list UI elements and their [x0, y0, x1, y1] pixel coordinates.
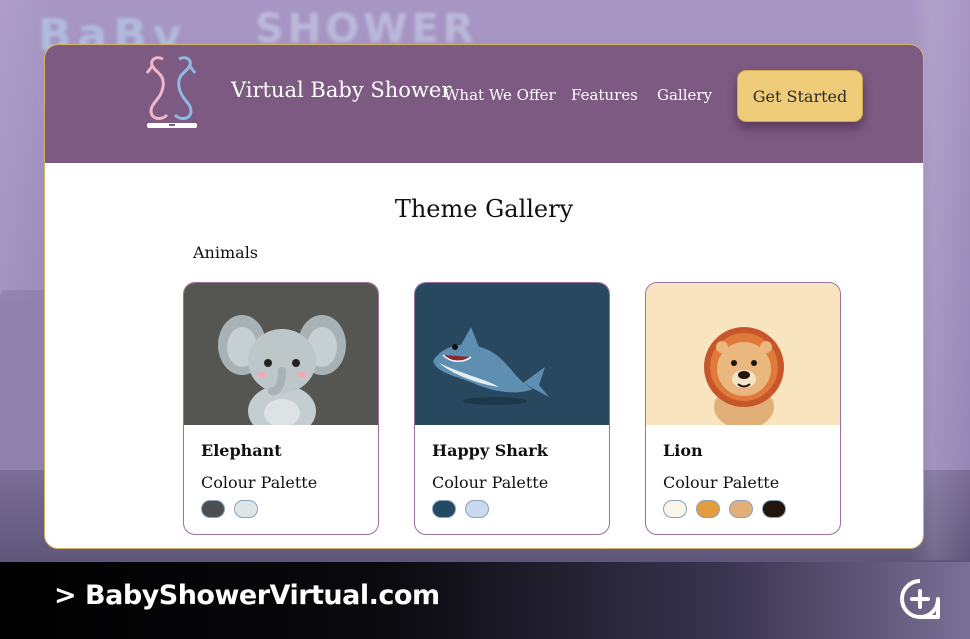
lion-illustration [646, 283, 840, 425]
theme-name: Elephant [201, 441, 282, 460]
section-heading: Animals [193, 243, 259, 262]
color-swatch [696, 500, 720, 518]
palette-label: Colour Palette [432, 473, 549, 492]
color-palette [201, 500, 258, 518]
elephant-illustration [184, 283, 378, 425]
color-swatch [201, 500, 225, 518]
theme-name: Happy Shark [432, 441, 548, 460]
color-swatch [432, 500, 456, 518]
color-swatch [465, 500, 489, 518]
nav-what-we-offer[interactable]: What We Offer [444, 86, 556, 104]
color-swatch [762, 500, 786, 518]
theme-name: Lion [663, 441, 703, 460]
zoom-plus-icon[interactable] [898, 577, 942, 621]
color-palette [432, 500, 489, 518]
website-window: Virtual Baby Shower What We Offer Featur… [44, 44, 924, 549]
promo-url[interactable]: > BabyShowerVirtual.com [54, 580, 440, 611]
theme-card-elephant[interactable]: Elephant Colour Palette [183, 282, 379, 535]
nav-features[interactable]: Features [571, 86, 638, 104]
nav-gallery[interactable]: Gallery [657, 86, 712, 104]
color-swatch [234, 500, 258, 518]
get-started-button[interactable]: Get Started [737, 70, 863, 122]
palette-label: Colour Palette [663, 473, 780, 492]
site-header: Virtual Baby Shower What We Offer Featur… [45, 45, 923, 163]
theme-card-lion[interactable]: Lion Colour Palette [645, 282, 841, 535]
color-palette [663, 500, 786, 518]
page-title: Theme Gallery [394, 195, 574, 223]
shark-illustration [415, 283, 609, 425]
theme-card-happy-shark[interactable]: Happy Shark Colour Palette [414, 282, 610, 535]
flamingo-logo-icon[interactable] [137, 51, 205, 129]
color-swatch [729, 500, 753, 518]
brand-name[interactable]: Virtual Baby Shower [231, 78, 451, 102]
promo-banner: > BabyShowerVirtual.com [0, 562, 970, 639]
backdrop-curtain-left [0, 0, 50, 300]
color-swatch [663, 500, 687, 518]
palette-label: Colour Palette [201, 473, 318, 492]
